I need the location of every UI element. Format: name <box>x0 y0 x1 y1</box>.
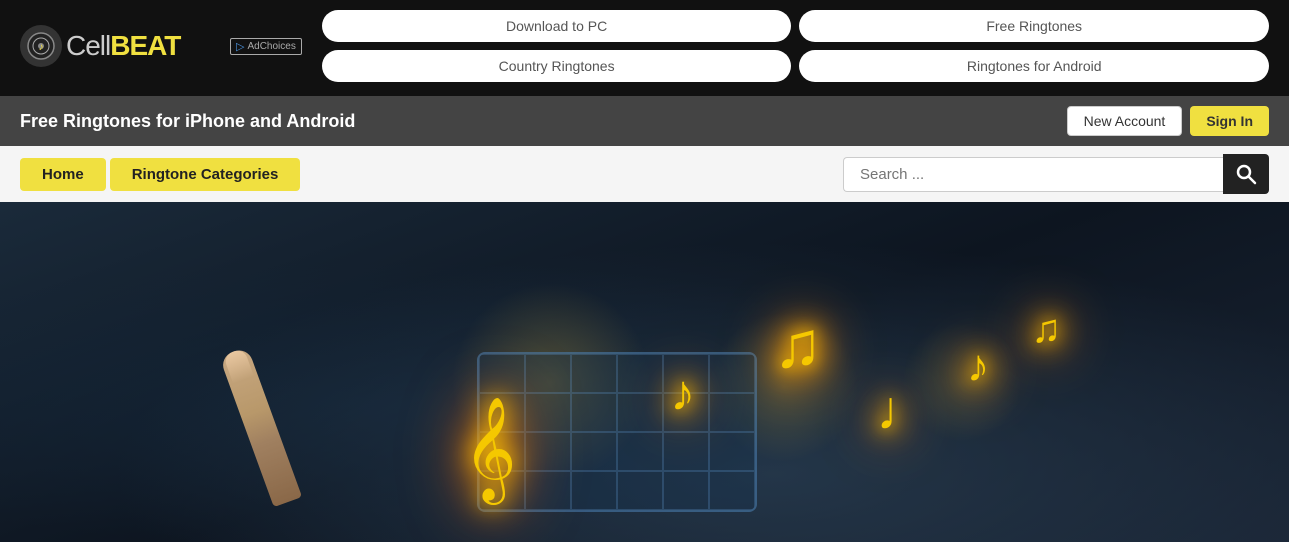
logo-icon: ♪ <box>20 25 62 67</box>
search-button[interactable] <box>1223 154 1269 194</box>
free-ringtones-button[interactable]: Free Ringtones <box>799 10 1269 42</box>
new-account-button[interactable]: New Account <box>1067 106 1183 136</box>
finger <box>220 347 303 508</box>
nav-bar: Home Ringtone Categories <box>0 146 1289 202</box>
search-input[interactable] <box>843 157 1223 192</box>
hero-section: 𝄞 ♪ ♫ ♩ ♪ ♫ <box>0 202 1289 542</box>
ringtones-android-button[interactable]: Ringtones for Android <box>799 50 1269 82</box>
site-title: Free Ringtones for iPhone and Android <box>20 111 355 132</box>
nav-buttons: Download to PC Free Ringtones Country Ri… <box>322 10 1269 82</box>
svg-text:♪: ♪ <box>39 42 44 53</box>
middle-bar: Free Ringtones for iPhone and Android Ne… <box>0 96 1289 146</box>
download-pc-button[interactable]: Download to PC <box>322 10 792 42</box>
country-ringtones-button[interactable]: Country Ringtones <box>322 50 792 82</box>
ringtone-categories-button[interactable]: Ringtone Categories <box>110 158 301 191</box>
music-note-4: ♪ <box>967 340 990 392</box>
phone-grid <box>479 354 755 510</box>
home-button[interactable]: Home <box>20 158 106 191</box>
music-note-5: ♫ <box>1031 307 1061 352</box>
phone-screen <box>477 352 757 512</box>
ad-label: AdChoices <box>247 41 295 52</box>
music-note-1: ♪ <box>670 364 695 422</box>
logo[interactable]: ♪ CellBEAT <box>20 25 200 67</box>
ad-choices: ▷ AdChoices <box>230 38 302 55</box>
account-buttons: New Account Sign In <box>1067 106 1269 136</box>
sign-in-button[interactable]: Sign In <box>1190 106 1269 136</box>
ad-choices-badge[interactable]: ▷ AdChoices <box>230 38 302 55</box>
music-note-2: ♫ <box>773 307 822 382</box>
logo-text-beat: BEAT <box>110 30 180 62</box>
top-bar: ♪ CellBEAT ▷ AdChoices Download to PC Fr… <box>0 0 1289 96</box>
search-bar <box>843 154 1269 194</box>
ad-icon: ▷ <box>236 40 244 53</box>
search-icon <box>1235 163 1257 185</box>
nav-left: Home Ringtone Categories <box>20 158 300 191</box>
treble-clef-icon: 𝄞 <box>463 398 516 502</box>
music-note-3: ♩ <box>877 378 932 442</box>
logo-text-cell: Cell <box>66 30 110 62</box>
